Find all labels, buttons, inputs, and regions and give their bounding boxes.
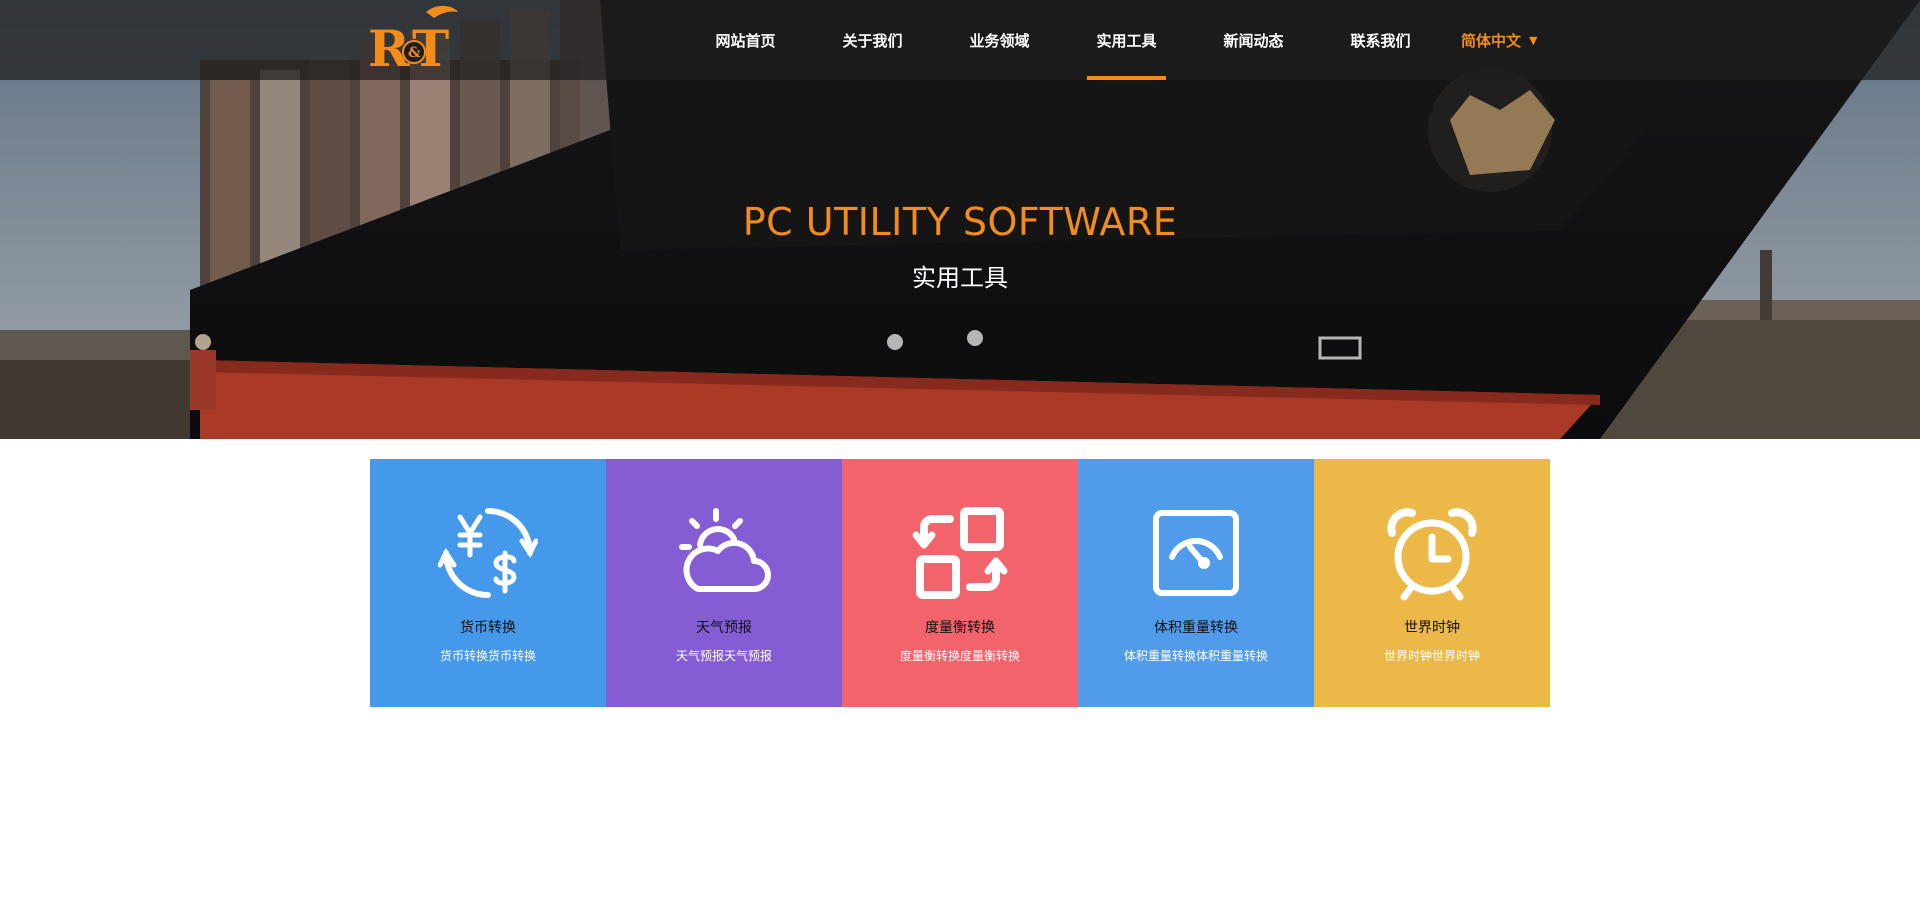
- tool-name: 度量衡转换: [925, 620, 995, 636]
- nav-item-about[interactable]: 关于我们: [809, 0, 936, 80]
- caret-down-icon: ▼: [1529, 33, 1538, 47]
- tool-tile-volume-weight[interactable]: 体积重量转换 体积重量转换体积重量转换: [1078, 459, 1314, 707]
- tool-desc: 天气预报天气预报: [675, 649, 772, 663]
- nav-item-home[interactable]: 网站首页: [682, 0, 809, 80]
- tool-desc: 度量衡转换度量衡转换: [899, 649, 1020, 663]
- tool-tile-currency[interactable]: 货币转换 货币转换货币转换: [370, 459, 606, 707]
- nav-item-contact[interactable]: 联系我们: [1317, 0, 1444, 80]
- tool-name: 世界时钟: [1404, 620, 1460, 636]
- tool-desc: 体积重量转换体积重量转换: [1123, 649, 1268, 663]
- brand-logo[interactable]: R T &: [368, 4, 460, 74]
- tool-desc: 世界时钟世界时钟: [1383, 649, 1480, 663]
- measure-convert-icon: [912, 507, 1008, 599]
- gauge-icon: [1153, 510, 1239, 596]
- tool-desc: 货币转换货币转换: [439, 649, 536, 663]
- tool-grid: 货币转换 货币转换货币转换 天气预报 天气预报天气预报 度量衡转换 度量衡转换度…: [370, 459, 1550, 707]
- alarm-clock-icon: [1387, 508, 1477, 601]
- tool-name: 体积重量转换: [1154, 620, 1238, 636]
- currency-exchange-icon: [438, 508, 538, 598]
- tool-name: 天气预报: [696, 620, 752, 636]
- hero-subtitle: 实用工具: [912, 264, 1008, 292]
- language-selector[interactable]: 简体中文 ▼: [1461, 0, 1537, 80]
- site-header: R T & 网站首页 关于我们 业务领域 实用工具 新闻动态 联系我们 简体中文…: [0, 0, 1920, 80]
- tool-tile-weather[interactable]: 天气预报 天气预报天气预报: [606, 459, 842, 707]
- tool-name: 货币转换: [460, 620, 516, 636]
- nav-item-tools[interactable]: 实用工具: [1063, 0, 1190, 80]
- tool-tile-measure[interactable]: 度量衡转换 度量衡转换度量衡转换: [842, 459, 1078, 707]
- language-label: 简体中文: [1461, 31, 1522, 50]
- svg-text:&: &: [408, 45, 421, 61]
- main-nav: 网站首页 关于我们 业务领域 实用工具 新闻动态 联系我们: [682, 0, 1444, 80]
- weather-icon: [679, 508, 771, 592]
- nav-item-business[interactable]: 业务领域: [936, 0, 1063, 80]
- nav-item-news[interactable]: 新闻动态: [1190, 0, 1317, 80]
- tool-tile-world-clock[interactable]: 世界时钟 世界时钟世界时钟: [1314, 459, 1550, 707]
- hero-title: PC UTILITY SOFTWARE: [742, 200, 1178, 244]
